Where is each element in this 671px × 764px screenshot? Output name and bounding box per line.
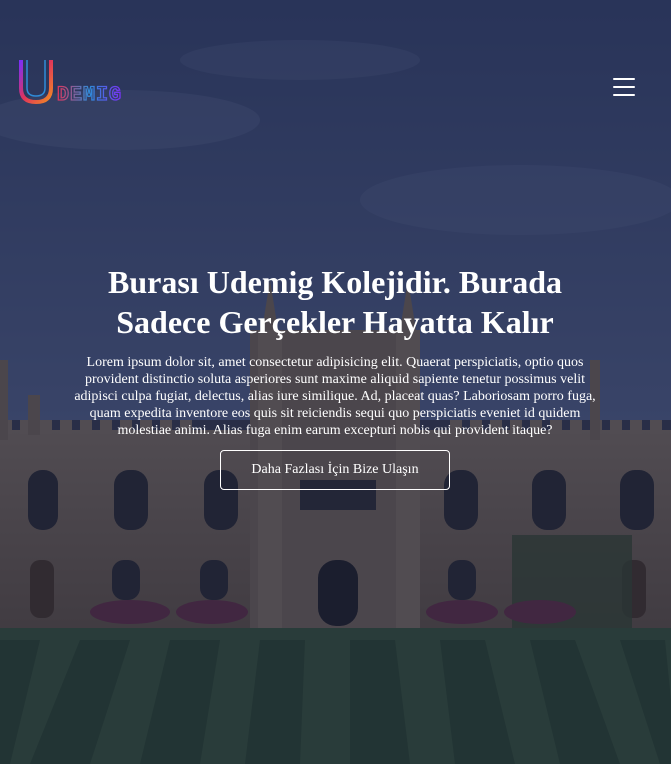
hamburger-icon-bar (613, 86, 635, 88)
hamburger-menu-button[interactable] (611, 75, 637, 97)
svg-text:DEMIG: DEMIG (57, 84, 122, 106)
navbar: DEMIG (0, 0, 671, 170)
hero-section: DEMIG Burası Udemig Kolejidir. Burada Sa… (0, 0, 671, 764)
contact-us-button[interactable]: Daha Fazlası İçin Bize Ulaşın (220, 450, 450, 490)
hero-title: Burası Udemig Kolejidir. Burada Sadece G… (108, 264, 562, 340)
logo-mark: DEMIG (19, 60, 122, 108)
hero-content: Burası Udemig Kolejidir. Burada Sadece G… (70, 262, 600, 490)
hamburger-icon-bar (613, 94, 635, 96)
hamburger-icon-bar (613, 78, 635, 80)
udemig-logo[interactable]: DEMIG (17, 56, 149, 111)
hero-description: Lorem ipsum dolor sit, amet consectetur … (74, 355, 596, 438)
